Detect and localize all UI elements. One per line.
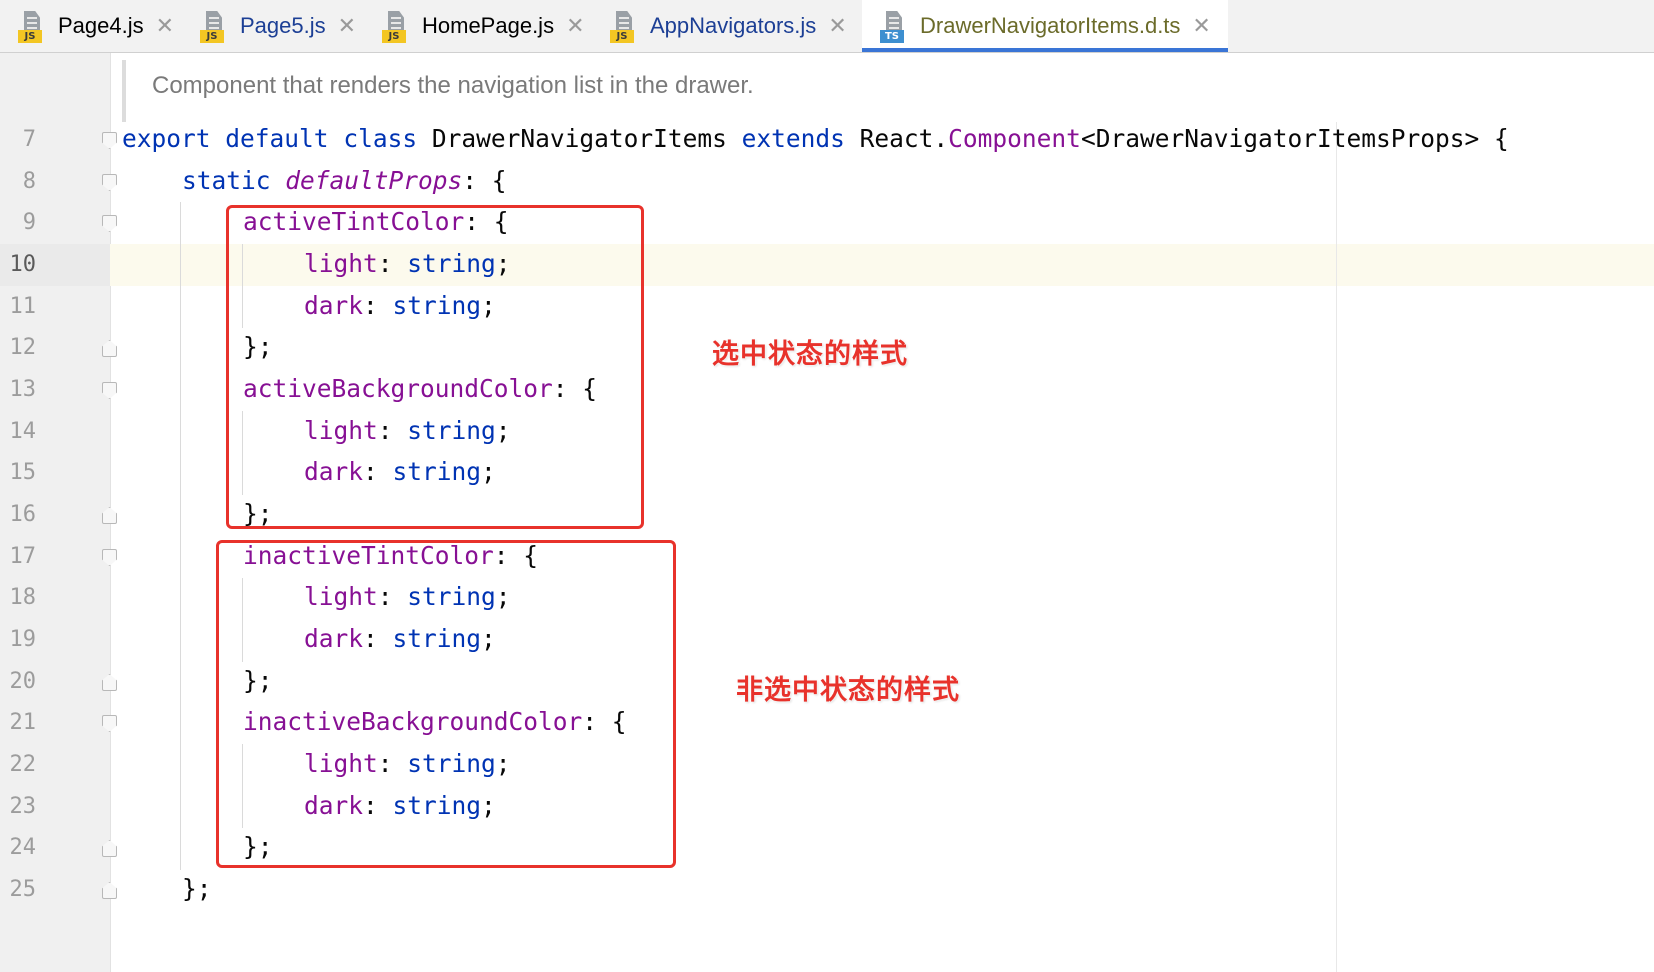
line-number: 8 [22,169,36,194]
tab-page4-js[interactable]: JS Page4.js ✕ [0,0,180,52]
js-file-icon: JS [610,9,640,43]
inactive-styles-annotation: 非选中状态的样式 [736,675,960,706]
tab-drawernavigatoritems-d-ts[interactable]: TS DrawerNavigatorItems.d.ts ✕ [862,0,1228,52]
tab-label: HomePage.js [422,13,555,38]
fold-open-icon[interactable] [102,215,117,232]
fold-open-icon[interactable] [102,549,117,566]
fold-close-icon[interactable] [102,840,117,857]
fold-open-icon[interactable] [102,132,117,149]
line-number: 18 [9,585,37,610]
code-text: export default class DrawerNavigatorItem… [122,124,1509,153]
line-number: 20 [9,669,37,694]
fold-close-icon[interactable] [102,340,117,357]
line-number: 24 [9,835,37,860]
tab-label: Page4.js [58,13,144,38]
js-file-icon: JS [200,9,230,43]
tab-homepage-js[interactable]: JS HomePage.js ✕ [364,0,590,52]
code-line[interactable]: 7 export default class DrawerNavigatorIt… [0,120,1654,162]
fold-close-icon[interactable] [102,674,117,691]
close-icon[interactable]: ✕ [338,14,356,39]
fold-close-icon[interactable] [102,882,117,899]
code-line[interactable]: 8 static defaultProps: { [0,162,1654,204]
rendered-doc-comment: Component that renders the navigation li… [122,60,1654,122]
line-number: 15 [9,460,37,485]
doc-comment-text: Component that renders the navigation li… [152,72,754,99]
close-icon[interactable]: ✕ [566,14,584,39]
close-icon[interactable]: ✕ [1192,14,1210,39]
line-number: 7 [22,127,36,152]
inactive-styles-highlight-box [216,540,676,868]
line-number: 16 [9,502,37,527]
line-number: 13 [9,377,37,402]
line-number: 21 [9,710,37,735]
tab-label: DrawerNavigatorItems.d.ts [920,13,1181,38]
line-number: 12 [9,335,37,360]
line-number: 14 [9,419,37,444]
fold-open-icon[interactable] [102,174,117,191]
active-styles-highlight-box [226,205,644,529]
line-number: 11 [9,294,37,319]
code-text: }; [182,874,212,903]
js-file-icon: JS [18,9,48,43]
close-icon[interactable]: ✕ [156,14,174,39]
fold-close-icon[interactable] [102,507,117,524]
active-tab-indicator [862,48,1228,52]
tab-label: AppNavigators.js [650,13,817,38]
fold-open-icon[interactable] [102,382,117,399]
tab-page5-js[interactable]: JS Page5.js ✕ [182,0,362,52]
ts-file-icon: TS [880,9,910,43]
line-number: 9 [22,210,36,235]
line-number: 17 [9,544,37,569]
line-number: 22 [9,752,37,777]
tab-label: Page5.js [240,13,326,38]
active-styles-annotation: 选中状态的样式 [712,339,908,370]
code-line[interactable]: 25 }; [0,870,1654,912]
tab-appnavigators-js[interactable]: JS AppNavigators.js ✕ [592,0,860,52]
editor-tab-bar: JS Page4.js ✕ JS Page5.js ✕ JS HomePage.… [0,0,1654,53]
js-file-icon: JS [382,9,412,43]
line-number: 19 [9,627,37,652]
line-number: 10 [9,252,37,277]
line-number: 23 [9,794,37,819]
close-icon[interactable]: ✕ [828,14,846,39]
code-text: static defaultProps: { [182,166,507,195]
line-number: 25 [9,877,37,902]
fold-open-icon[interactable] [102,715,117,732]
